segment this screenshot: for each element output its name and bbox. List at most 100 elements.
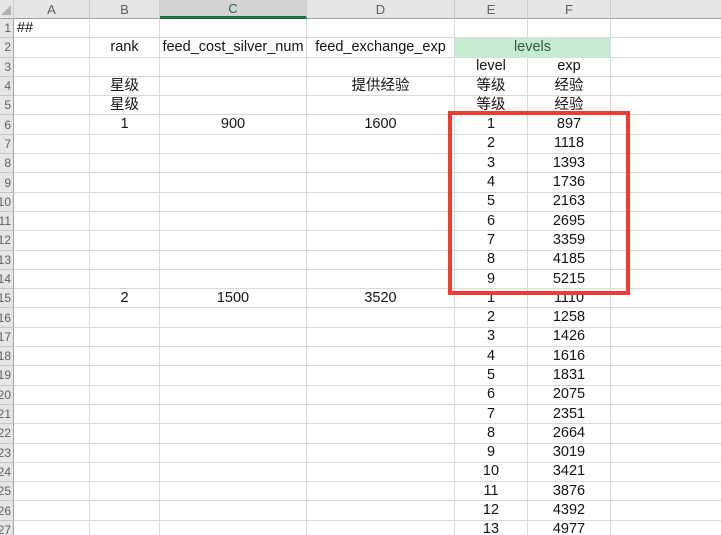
cell-E13[interactable]: 8 xyxy=(455,251,528,270)
cell-A9[interactable] xyxy=(14,173,90,192)
cell-E26[interactable]: 12 xyxy=(455,501,528,520)
cell-G24[interactable] xyxy=(611,463,721,482)
cell-D9[interactable] xyxy=(307,173,455,192)
cell-F24[interactable]: 3421 xyxy=(528,463,611,482)
cell-E21[interactable]: 7 xyxy=(455,405,528,424)
cell-E10[interactable]: 5 xyxy=(455,193,528,212)
cell-D16[interactable] xyxy=(307,308,455,327)
column-header-F[interactable]: F xyxy=(528,0,611,19)
cell-F14[interactable]: 5215 xyxy=(528,270,611,289)
cell-D10[interactable] xyxy=(307,193,455,212)
cell-C25[interactable] xyxy=(160,482,307,501)
cell-C5[interactable] xyxy=(160,96,307,115)
cell-F18[interactable]: 1616 xyxy=(528,347,611,366)
cell-B16[interactable] xyxy=(90,308,160,327)
cell-C14[interactable] xyxy=(160,270,307,289)
cell-B12[interactable] xyxy=(90,231,160,250)
row-header-12[interactable]: 12 xyxy=(0,231,14,250)
cell-C3[interactable] xyxy=(160,58,307,77)
row-header-18[interactable]: 18 xyxy=(0,347,14,366)
row-header-10[interactable]: 10 xyxy=(0,193,14,212)
cell-A13[interactable] xyxy=(14,251,90,270)
cell-D20[interactable] xyxy=(307,386,455,405)
cell-F21[interactable]: 2351 xyxy=(528,405,611,424)
cell-D6[interactable]: 1600 xyxy=(307,115,455,134)
cell-F17[interactable]: 1426 xyxy=(528,328,611,347)
cell-G14[interactable] xyxy=(611,270,721,289)
cell-B5[interactable]: 星级 xyxy=(90,96,160,115)
row-header-15[interactable]: 15 xyxy=(0,289,14,308)
cell-A1[interactable]: ## xyxy=(14,19,90,38)
cell-A19[interactable] xyxy=(14,366,90,385)
cell-B20[interactable] xyxy=(90,386,160,405)
cell-D26[interactable] xyxy=(307,501,455,520)
cell-C2[interactable]: feed_cost_silver_num xyxy=(160,38,307,57)
cell-F22[interactable]: 2664 xyxy=(528,424,611,443)
cell-E2-F2-merged-levels[interactable]: levels xyxy=(455,38,611,57)
cell-G27[interactable] xyxy=(611,521,721,535)
cell-E24[interactable]: 10 xyxy=(455,463,528,482)
row-header-1[interactable]: 1 xyxy=(0,19,14,38)
cell-C4[interactable] xyxy=(160,77,307,96)
cell-G8[interactable] xyxy=(611,154,721,173)
cell-F3[interactable]: exp xyxy=(528,58,611,77)
row-header-9[interactable]: 9 xyxy=(0,173,14,192)
cell-D22[interactable] xyxy=(307,424,455,443)
cell-G21[interactable] xyxy=(611,405,721,424)
cell-C19[interactable] xyxy=(160,366,307,385)
cell-B7[interactable] xyxy=(90,135,160,154)
cell-D21[interactable] xyxy=(307,405,455,424)
cell-B17[interactable] xyxy=(90,328,160,347)
cell-B6[interactable]: 1 xyxy=(90,115,160,134)
cell-F19[interactable]: 1831 xyxy=(528,366,611,385)
cell-F5[interactable]: 经验 xyxy=(528,96,611,115)
cell-B15[interactable]: 2 xyxy=(90,289,160,308)
cell-C26[interactable] xyxy=(160,501,307,520)
cell-E20[interactable]: 6 xyxy=(455,386,528,405)
cell-F10[interactable]: 2163 xyxy=(528,193,611,212)
cell-B9[interactable] xyxy=(90,173,160,192)
cell-A23[interactable] xyxy=(14,444,90,463)
cell-D8[interactable] xyxy=(307,154,455,173)
cell-D27[interactable] xyxy=(307,521,455,535)
cell-C9[interactable] xyxy=(160,173,307,192)
cell-D24[interactable] xyxy=(307,463,455,482)
cell-B25[interactable] xyxy=(90,482,160,501)
cell-F15[interactable]: 1110 xyxy=(528,289,611,308)
cell-C10[interactable] xyxy=(160,193,307,212)
cell-F12[interactable]: 3359 xyxy=(528,231,611,250)
cell-B1[interactable] xyxy=(90,19,160,38)
cell-A14[interactable] xyxy=(14,270,90,289)
cell-C16[interactable] xyxy=(160,308,307,327)
cell-C21[interactable] xyxy=(160,405,307,424)
cell-A20[interactable] xyxy=(14,386,90,405)
column-header-A[interactable]: A xyxy=(14,0,90,19)
select-all-corner[interactable] xyxy=(0,0,14,19)
cell-B23[interactable] xyxy=(90,444,160,463)
cell-F16[interactable]: 1258 xyxy=(528,308,611,327)
cell-A18[interactable] xyxy=(14,347,90,366)
cell-C15[interactable]: 1500 xyxy=(160,289,307,308)
column-header-D[interactable]: D xyxy=(307,0,455,19)
row-header-22[interactable]: 22 xyxy=(0,424,14,443)
cell-B22[interactable] xyxy=(90,424,160,443)
row-header-21[interactable]: 21 xyxy=(0,405,14,424)
row-header-8[interactable]: 8 xyxy=(0,154,14,173)
cell-F6[interactable]: 897 xyxy=(528,115,611,134)
cell-C20[interactable] xyxy=(160,386,307,405)
row-header-11[interactable]: 11 xyxy=(0,212,14,231)
cell-C22[interactable] xyxy=(160,424,307,443)
cell-G2[interactable] xyxy=(611,38,721,57)
cell-E18[interactable]: 4 xyxy=(455,347,528,366)
row-header-7[interactable]: 7 xyxy=(0,135,14,154)
row-header-2[interactable]: 2 xyxy=(0,38,14,57)
cell-E4[interactable]: 等级 xyxy=(455,77,528,96)
cell-F26[interactable]: 4392 xyxy=(528,501,611,520)
cell-E23[interactable]: 9 xyxy=(455,444,528,463)
cell-A8[interactable] xyxy=(14,154,90,173)
cell-A11[interactable] xyxy=(14,212,90,231)
cell-D4[interactable]: 提供经验 xyxy=(307,77,455,96)
cell-A4[interactable] xyxy=(14,77,90,96)
cell-D7[interactable] xyxy=(307,135,455,154)
cell-A6[interactable] xyxy=(14,115,90,134)
